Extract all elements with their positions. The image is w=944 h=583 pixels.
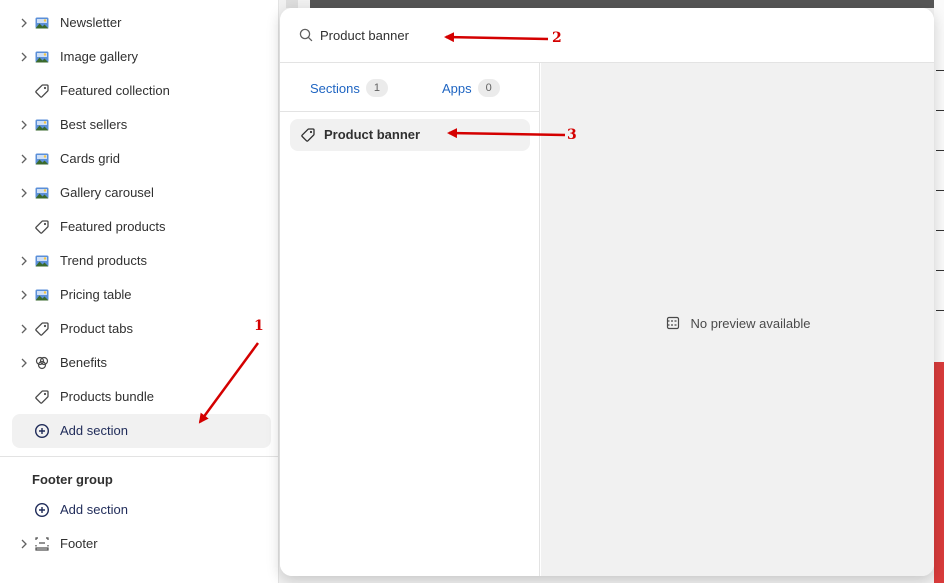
tab-sections-label: Sections [310, 80, 360, 96]
footer-add-section-button[interactable]: Add section [12, 493, 271, 527]
annotation-number-1: 1 [254, 318, 264, 334]
annotation-number-2: 2 [552, 30, 562, 46]
no-preview-text: No preview available [690, 315, 811, 331]
no-preview-message: No preview available [541, 315, 934, 331]
section-preview-pane: No preview available [541, 63, 934, 576]
footer-add-section-label: Add section [60, 502, 128, 517]
preview-line [936, 230, 944, 231]
chevron-right-icon[interactable] [18, 17, 30, 29]
sidebar-item-benefits[interactable]: Benefits [12, 346, 271, 380]
preview-line [936, 310, 944, 311]
sidebar-divider [0, 456, 279, 457]
sidebar-item-footer[interactable]: Footer [12, 527, 271, 561]
tab-apps-count: 0 [477, 79, 500, 97]
sidebar-item-label: Best sellers [60, 117, 128, 132]
sidebar-item-label: Trend products [60, 253, 147, 268]
search-bar [280, 8, 934, 63]
tag-icon [34, 321, 50, 337]
add-section-button[interactable]: Add section [12, 414, 271, 448]
tag-icon [34, 389, 50, 405]
sidebar-item-pricing-table[interactable]: Pricing table [12, 278, 271, 312]
search-icon [298, 27, 314, 43]
image-thumb-icon [34, 287, 50, 303]
chevron-right-icon[interactable] [18, 538, 30, 550]
chevron-right-icon[interactable] [18, 323, 30, 335]
preview-line [936, 70, 944, 71]
sidebar-item-label: Pricing table [60, 287, 132, 302]
sidebar-item-label: Cards grid [60, 151, 120, 166]
sidebar-item-label: Featured products [60, 219, 166, 234]
benefits-icon [34, 355, 50, 371]
annotation-number-3: 3 [567, 127, 577, 143]
result-item-label: Product banner [324, 127, 421, 142]
sidebar-item-featured-collection[interactable]: Featured collection [12, 74, 271, 108]
search-input[interactable] [320, 25, 720, 45]
sidebar-item-label: Benefits [60, 355, 107, 370]
chevron-right-icon[interactable] [18, 153, 30, 165]
chevron-right-icon[interactable] [18, 357, 30, 369]
tab-apps[interactable]: Apps 0 [442, 78, 500, 98]
sidebar-item-products-bundle[interactable]: Products bundle [12, 380, 271, 414]
tab-sections-count: 1 [365, 79, 388, 97]
image-thumb-icon [34, 49, 50, 65]
image-thumb-icon [34, 15, 50, 31]
image-thumb-icon [34, 253, 50, 269]
chevron-right-icon[interactable] [18, 255, 30, 267]
image-thumb-icon [34, 117, 50, 133]
section-sidebar: Newsletter Image gallery Featured collecti… [0, 0, 279, 583]
sidebar-item-label: Image gallery [60, 49, 139, 64]
add-section-label: Add section [60, 423, 128, 438]
result-tabs: Sections 1 Apps 0 [280, 63, 540, 112]
sidebar-item-gallery-carousel[interactable]: Gallery carousel [12, 176, 271, 210]
preview-line [936, 270, 944, 271]
sidebar-item-newsletter[interactable]: Newsletter [12, 6, 271, 40]
preview-tab-edge [286, 0, 298, 8]
footer-layout-icon [34, 536, 50, 552]
add-section-popover: Sections 1 Apps 0 Product banner No prev… [280, 8, 934, 576]
sidebar-item-label: Gallery carousel [60, 185, 154, 200]
sidebar-item-trend-products[interactable]: Trend products [12, 244, 271, 278]
tab-apps-label: Apps [442, 80, 472, 96]
chevron-right-icon[interactable] [18, 187, 30, 199]
tag-icon [34, 83, 50, 99]
preview-red-block [934, 362, 944, 583]
sidebar-item-image-gallery[interactable]: Image gallery [12, 40, 271, 74]
sidebar-item-label: Featured collection [60, 83, 170, 98]
result-item-product-banner[interactable]: Product banner [290, 119, 530, 151]
plus-circle-icon [34, 423, 50, 439]
tag-icon [300, 127, 316, 143]
chevron-right-icon[interactable] [18, 51, 30, 63]
preview-line [936, 190, 944, 191]
sidebar-item-featured-products[interactable]: Featured products [12, 210, 271, 244]
preview-line [936, 110, 944, 111]
preview-header-strip [310, 0, 944, 8]
sidebar-item-label: Products bundle [60, 389, 154, 404]
sidebar-item-best-sellers[interactable]: Best sellers [12, 108, 271, 142]
sidebar-item-label: Newsletter [60, 15, 122, 30]
layout-icon [666, 316, 679, 330]
preview-line [936, 150, 944, 151]
chevron-right-icon[interactable] [18, 119, 30, 131]
tag-icon [34, 219, 50, 235]
sidebar-item-product-tabs[interactable]: Product tabs [12, 312, 271, 346]
sidebar-item-cards-grid[interactable]: Cards grid [12, 142, 271, 176]
tab-sections[interactable]: Sections 1 [310, 78, 388, 98]
footer-group-title: Footer group [32, 472, 113, 487]
image-thumb-icon [34, 185, 50, 201]
results-pane: Sections 1 Apps 0 Product banner [280, 63, 540, 576]
image-thumb-icon [34, 151, 50, 167]
chevron-right-icon[interactable] [18, 289, 30, 301]
sidebar-item-label: Product tabs [60, 321, 133, 336]
plus-circle-icon [34, 502, 50, 518]
sidebar-item-label: Footer [60, 536, 98, 551]
